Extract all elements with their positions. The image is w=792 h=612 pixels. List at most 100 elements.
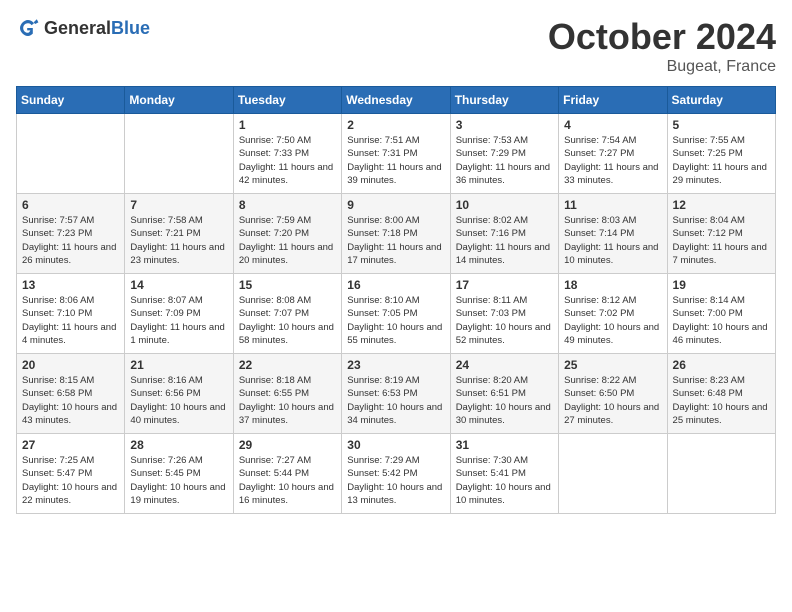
calendar-cell: 31 Sunrise: 7:30 AMSunset: 5:41 PMDayligh… xyxy=(450,434,558,514)
day-number: 8 xyxy=(239,198,336,212)
day-number: 10 xyxy=(456,198,553,212)
day-info: Sunrise: 8:18 AMSunset: 6:55 PMDaylight:… xyxy=(239,374,336,427)
day-number: 26 xyxy=(673,358,770,372)
day-info: Sunrise: 7:27 AMSunset: 5:44 PMDaylight:… xyxy=(239,454,336,507)
location-title: Bugeat, France xyxy=(548,58,776,76)
day-number: 28 xyxy=(130,438,227,452)
day-info: Sunrise: 8:22 AMSunset: 6:50 PMDaylight:… xyxy=(564,374,661,427)
day-info: Sunrise: 8:12 AMSunset: 7:02 PMDaylight:… xyxy=(564,294,661,347)
logo-blue: Blue xyxy=(111,18,150,38)
day-number: 15 xyxy=(239,278,336,292)
day-info: Sunrise: 7:25 AMSunset: 5:47 PMDaylight:… xyxy=(22,454,119,507)
day-number: 6 xyxy=(22,198,119,212)
calendar-cell: 30 Sunrise: 7:29 AMSunset: 5:42 PMDayligh… xyxy=(342,434,450,514)
day-number: 30 xyxy=(347,438,444,452)
calendar-cell: 29 Sunrise: 7:27 AMSunset: 5:44 PMDayligh… xyxy=(233,434,341,514)
day-number: 24 xyxy=(456,358,553,372)
day-info: Sunrise: 8:16 AMSunset: 6:56 PMDaylight:… xyxy=(130,374,227,427)
day-number: 3 xyxy=(456,118,553,132)
logo: GeneralBlue xyxy=(16,16,150,40)
page-header: GeneralBlue October 2024 Bugeat, France xyxy=(16,16,776,76)
calendar-cell: 25 Sunrise: 8:22 AMSunset: 6:50 PMDayligh… xyxy=(559,354,667,434)
calendar-cell: 2 Sunrise: 7:51 AMSunset: 7:31 PMDaylight… xyxy=(342,114,450,194)
logo-icon xyxy=(16,16,40,40)
day-number: 18 xyxy=(564,278,661,292)
weekday-header-friday: Friday xyxy=(559,87,667,114)
day-number: 12 xyxy=(673,198,770,212)
calendar-cell xyxy=(125,114,233,194)
day-number: 9 xyxy=(347,198,444,212)
day-info: Sunrise: 7:57 AMSunset: 7:23 PMDaylight:… xyxy=(22,214,119,267)
calendar-cell xyxy=(667,434,775,514)
weekday-header-tuesday: Tuesday xyxy=(233,87,341,114)
day-info: Sunrise: 8:04 AMSunset: 7:12 PMDaylight:… xyxy=(673,214,770,267)
day-info: Sunrise: 7:30 AMSunset: 5:41 PMDaylight:… xyxy=(456,454,553,507)
day-info: Sunrise: 7:51 AMSunset: 7:31 PMDaylight:… xyxy=(347,134,444,187)
day-info: Sunrise: 7:26 AMSunset: 5:45 PMDaylight:… xyxy=(130,454,227,507)
day-number: 23 xyxy=(347,358,444,372)
day-number: 29 xyxy=(239,438,336,452)
day-number: 19 xyxy=(673,278,770,292)
day-number: 21 xyxy=(130,358,227,372)
calendar-cell: 27Sunrise: 7:25 AMSunset: 5:47 PMDayligh… xyxy=(17,434,125,514)
day-number: 7 xyxy=(130,198,227,212)
day-number: 31 xyxy=(456,438,553,452)
day-info: Sunrise: 8:20 AMSunset: 6:51 PMDaylight:… xyxy=(456,374,553,427)
calendar-cell: 5 Sunrise: 7:55 AMSunset: 7:25 PMDaylight… xyxy=(667,114,775,194)
logo-text: GeneralBlue xyxy=(44,18,150,39)
calendar-cell: 14Sunrise: 8:07 AMSunset: 7:09 PMDayligh… xyxy=(125,274,233,354)
calendar-cell: 17Sunrise: 8:11 AMSunset: 7:03 PMDayligh… xyxy=(450,274,558,354)
calendar-cell: 20Sunrise: 8:15 AMSunset: 6:58 PMDayligh… xyxy=(17,354,125,434)
calendar-cell: 19 Sunrise: 8:14 AMSunset: 7:00 PMDayligh… xyxy=(667,274,775,354)
calendar-cell xyxy=(559,434,667,514)
day-info: Sunrise: 8:03 AMSunset: 7:14 PMDaylight:… xyxy=(564,214,661,267)
calendar-cell: 26 Sunrise: 8:23 AMSunset: 6:48 PMDayligh… xyxy=(667,354,775,434)
day-number: 16 xyxy=(347,278,444,292)
month-title: October 2024 xyxy=(548,16,776,58)
weekday-header-saturday: Saturday xyxy=(667,87,775,114)
day-info: Sunrise: 7:29 AMSunset: 5:42 PMDaylight:… xyxy=(347,454,444,507)
day-info: Sunrise: 7:59 AMSunset: 7:20 PMDaylight:… xyxy=(239,214,336,267)
logo-general: General xyxy=(44,18,111,38)
calendar-cell: 13 Sunrise: 8:06 AMSunset: 7:10 PMDayligh… xyxy=(17,274,125,354)
day-info: Sunrise: 8:11 AMSunset: 7:03 PMDaylight:… xyxy=(456,294,553,347)
day-info: Sunrise: 7:54 AMSunset: 7:27 PMDaylight:… xyxy=(564,134,661,187)
calendar-cell: 11 Sunrise: 8:03 AMSunset: 7:14 PMDayligh… xyxy=(559,194,667,274)
day-info: Sunrise: 7:58 AMSunset: 7:21 PMDaylight:… xyxy=(130,214,227,267)
calendar-cell: 12 Sunrise: 8:04 AMSunset: 7:12 PMDayligh… xyxy=(667,194,775,274)
calendar-cell: 22 Sunrise: 8:18 AMSunset: 6:55 PMDayligh… xyxy=(233,354,341,434)
weekday-header-monday: Monday xyxy=(125,87,233,114)
calendar-cell: 24 Sunrise: 8:20 AMSunset: 6:51 PMDayligh… xyxy=(450,354,558,434)
calendar-cell: 6 Sunrise: 7:57 AMSunset: 7:23 PMDaylight… xyxy=(17,194,125,274)
day-info: Sunrise: 8:10 AMSunset: 7:05 PMDaylight:… xyxy=(347,294,444,347)
day-number: 20 xyxy=(22,358,119,372)
day-info: Sunrise: 8:14 AMSunset: 7:00 PMDaylight:… xyxy=(673,294,770,347)
day-number: 13 xyxy=(22,278,119,292)
calendar-cell xyxy=(17,114,125,194)
day-number: 11 xyxy=(564,198,661,212)
title-block: October 2024 Bugeat, France xyxy=(548,16,776,76)
day-number: 2 xyxy=(347,118,444,132)
day-info: Sunrise: 7:55 AMSunset: 7:25 PMDaylight:… xyxy=(673,134,770,187)
weekday-header-wednesday: Wednesday xyxy=(342,87,450,114)
day-number: 4 xyxy=(564,118,661,132)
day-info: Sunrise: 8:02 AMSunset: 7:16 PMDaylight:… xyxy=(456,214,553,267)
calendar-cell: 15 Sunrise: 8:08 AMSunset: 7:07 PMDayligh… xyxy=(233,274,341,354)
day-number: 14 xyxy=(130,278,227,292)
day-info: Sunrise: 8:06 AMSunset: 7:10 PMDaylight:… xyxy=(22,294,119,347)
day-number: 25 xyxy=(564,358,661,372)
calendar-cell: 28 Sunrise: 7:26 AMSunset: 5:45 PMDayligh… xyxy=(125,434,233,514)
calendar-cell: 16 Sunrise: 8:10 AMSunset: 7:05 PMDayligh… xyxy=(342,274,450,354)
day-number: 1 xyxy=(239,118,336,132)
day-number: 5 xyxy=(673,118,770,132)
day-info: Sunrise: 8:23 AMSunset: 6:48 PMDaylight:… xyxy=(673,374,770,427)
day-info: Sunrise: 8:08 AMSunset: 7:07 PMDaylight:… xyxy=(239,294,336,347)
calendar-table: SundayMondayTuesdayWednesdayThursdayFrid… xyxy=(16,86,776,514)
calendar-cell: 7 Sunrise: 7:58 AMSunset: 7:21 PMDaylight… xyxy=(125,194,233,274)
calendar-cell: 21 Sunrise: 8:16 AMSunset: 6:56 PMDayligh… xyxy=(125,354,233,434)
calendar-cell: 3Sunrise: 7:53 AMSunset: 7:29 PMDaylight… xyxy=(450,114,558,194)
calendar-cell: 9Sunrise: 8:00 AMSunset: 7:18 PMDaylight… xyxy=(342,194,450,274)
calendar-cell: 18 Sunrise: 8:12 AMSunset: 7:02 PMDayligh… xyxy=(559,274,667,354)
day-number: 22 xyxy=(239,358,336,372)
calendar-cell: 4 Sunrise: 7:54 AMSunset: 7:27 PMDaylight… xyxy=(559,114,667,194)
